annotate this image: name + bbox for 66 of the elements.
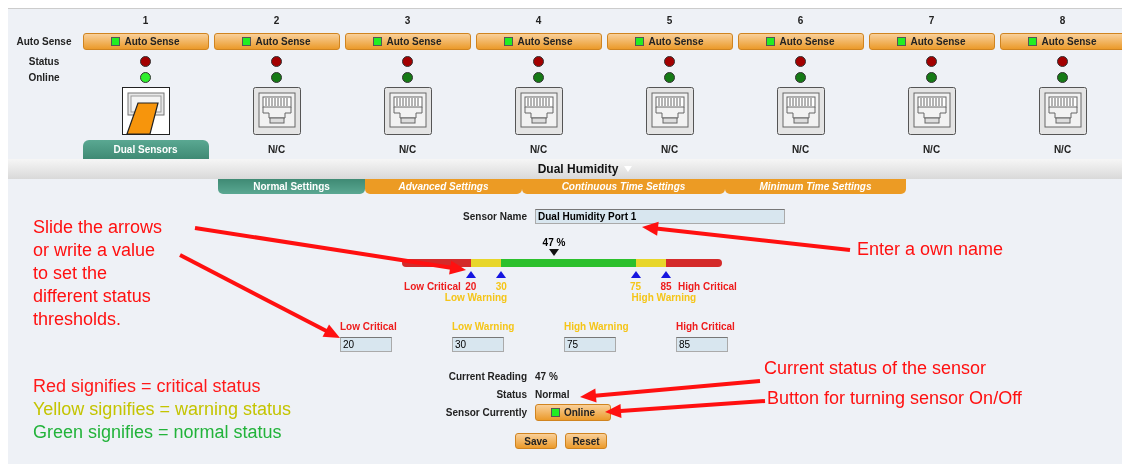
legend-text: Green signifies = normal status xyxy=(33,421,283,444)
legend-text: Red signifies = critical status xyxy=(33,375,262,398)
auto-sense-button[interactable]: Auto Sense xyxy=(344,32,471,50)
port-number: 6 xyxy=(797,14,804,26)
port-label[interactable]: N/C xyxy=(1053,140,1072,159)
reset-button[interactable]: Reset xyxy=(565,433,607,449)
port-label[interactable]: N/C xyxy=(660,140,679,159)
threshold-field[interactable]: 30 xyxy=(452,337,504,352)
auto-sense-button[interactable]: Auto Sense xyxy=(737,32,864,50)
port-number: 2 xyxy=(273,14,280,26)
auto-sense-button[interactable]: Auto Sense xyxy=(606,32,733,50)
auto-sense-button[interactable]: Auto Sense xyxy=(82,32,209,50)
threshold-name: High Warning xyxy=(631,292,697,303)
threshold-label: High Warning xyxy=(564,321,629,332)
annotation-text: Button for turning sensor On/Off xyxy=(767,387,1022,410)
threshold-field[interactable]: 20 xyxy=(340,337,392,352)
auto-sense-button[interactable]: Auto Sense xyxy=(999,32,1122,50)
threshold-name: Low Warning xyxy=(444,292,508,303)
save-button[interactable]: Save xyxy=(515,433,557,449)
port-label[interactable]: N/C xyxy=(267,140,286,159)
threshold-name: High Critical xyxy=(678,281,737,292)
port-number: 8 xyxy=(1059,14,1066,26)
row-label: Status xyxy=(28,55,60,67)
port-number: 4 xyxy=(535,14,542,26)
field-label: Current Reading xyxy=(447,370,527,382)
annotation-text: Slide the arrows or write a value to set the different status thresholds. xyxy=(33,216,164,331)
port-label[interactable]: N/C xyxy=(398,140,417,159)
threshold-label: Low Critical xyxy=(340,321,397,332)
field-value: 47 % xyxy=(535,370,558,382)
sensor-name-field[interactable]: Dual Humidity Port 1 xyxy=(535,209,785,224)
annotation-text: Current status of the sensor xyxy=(764,357,987,380)
threshold-field[interactable]: 85 xyxy=(676,337,728,352)
threshold-value: 75 xyxy=(630,281,642,292)
auto-sense-button[interactable]: Auto Sense xyxy=(868,32,995,50)
threshold-value: 85 xyxy=(660,281,672,292)
port-number: 5 xyxy=(666,14,673,26)
field-value: Normal xyxy=(535,388,570,400)
port-number: 7 xyxy=(928,14,935,26)
port-number: 3 xyxy=(404,14,411,26)
reading-pointer-icon xyxy=(549,249,559,256)
legend-text: Yellow signifies = warning status xyxy=(33,398,291,421)
gauge-reading: 47 % xyxy=(542,237,566,248)
threshold-label: High Critical xyxy=(676,321,735,332)
field-label: Status xyxy=(495,388,527,400)
threshold-handle[interactable] xyxy=(630,271,641,278)
threshold-name: Low Critical xyxy=(404,281,461,292)
field-label: Sensor Currently xyxy=(444,406,527,418)
row-label: Online xyxy=(28,71,60,83)
port-label[interactable]: N/C xyxy=(922,140,941,159)
threshold-field[interactable]: 75 xyxy=(564,337,616,352)
threshold-handle[interactable] xyxy=(465,271,476,278)
port-label[interactable]: N/C xyxy=(529,140,548,159)
auto-sense-button[interactable]: Auto Sense xyxy=(475,32,602,50)
threshold-value: 30 xyxy=(495,281,507,292)
port-label[interactable]: N/C xyxy=(791,140,810,159)
port-number: 1 xyxy=(142,14,149,26)
threshold-label: Low Warning xyxy=(452,321,515,332)
online-toggle-button[interactable]: Online xyxy=(535,403,611,421)
annotation-text: Enter a own name xyxy=(857,238,1004,261)
threshold-value: 20 xyxy=(465,281,477,292)
field-label: Sensor Name xyxy=(462,211,527,222)
sensor-title[interactable]: Dual Humidity xyxy=(537,162,619,176)
threshold-handle[interactable] xyxy=(661,271,671,278)
auto-sense-button[interactable]: Auto Sense xyxy=(213,32,340,50)
threshold-handle[interactable] xyxy=(496,271,507,278)
row-label: Auto Sense xyxy=(16,35,72,47)
